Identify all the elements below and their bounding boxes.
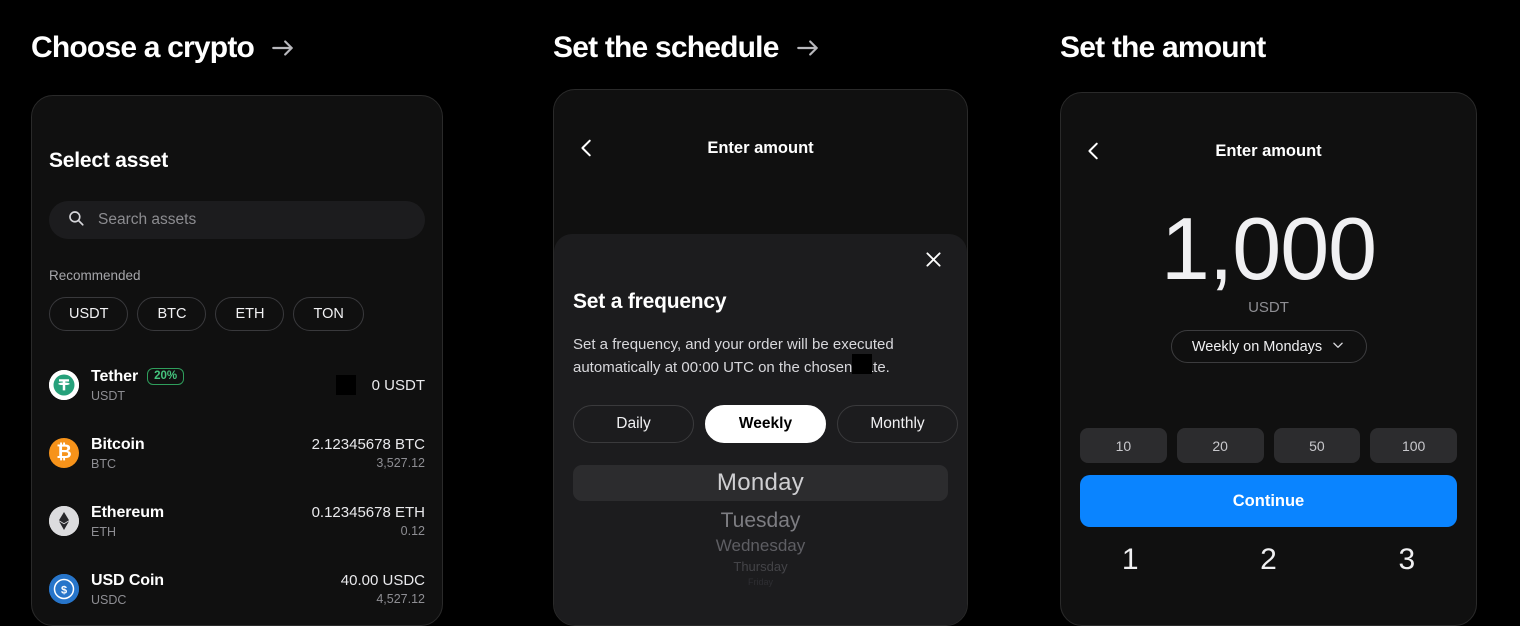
frequency-pill-daily[interactable]: Daily <box>573 404 694 443</box>
asset-name: Ethereum <box>91 503 164 521</box>
panel-heading-set-schedule: Set the schedule <box>553 31 821 65</box>
asset-symbol: BTC <box>91 456 116 471</box>
quick-amount-50[interactable]: 50 <box>1273 428 1361 464</box>
arrow-right-icon <box>270 35 296 61</box>
tether-icon <box>49 370 79 400</box>
asset-info: Ethereum ETH <box>91 504 312 539</box>
select-asset-title: Select asset <box>49 149 169 172</box>
quick-amount-10[interactable]: 10 <box>1080 428 1167 464</box>
quick-amount-group: 10 20 50 100 <box>1080 428 1457 464</box>
amount-value: 1,000 <box>1160 199 1377 298</box>
sheet-title: Set a frequency <box>573 290 727 313</box>
asset-symbol: USDC <box>91 592 127 607</box>
usdc-icon: $ <box>49 574 79 604</box>
bitcoin-icon: ₿ <box>49 438 79 468</box>
chevron-left-icon[interactable] <box>1083 140 1105 162</box>
recommended-chip-group: USDT BTC ETH TON <box>49 297 442 331</box>
nav-title: Enter amount <box>707 138 814 157</box>
chip-ton[interactable]: TON <box>293 297 364 331</box>
chip-btc[interactable]: BTC <box>137 297 207 331</box>
search-placeholder: Search assets <box>98 211 197 228</box>
frequency-pill-monthly[interactable]: Monthly <box>837 404 958 443</box>
sheet-description: Set a frequency, and your order will be … <box>573 334 948 380</box>
chevron-down-icon <box>1331 338 1345 356</box>
keypad-key-1[interactable]: 1 <box>1061 543 1199 577</box>
asset-list: Tether 20% USDT 0 USDT ₿ Bitcoin BTC 2.1… <box>32 351 442 623</box>
asset-name: Bitcoin <box>91 435 145 453</box>
nav-bar: Enter amount <box>554 118 967 178</box>
ethereum-icon <box>49 506 79 536</box>
asset-info: Bitcoin BTC <box>91 436 312 471</box>
day-option-friday[interactable]: Friday <box>554 577 967 587</box>
phone-card-set-amount: Enter amount 1,000 USDT Weekly on Monday… <box>1060 92 1477 626</box>
day-option-tuesday[interactable]: Tuesday <box>554 509 967 533</box>
continue-button[interactable]: Continue <box>1080 475 1457 528</box>
asset-values: 2.12345678 BTC 3,527.12 <box>312 436 425 470</box>
asset-values: 0.12345678 ETH 0.12 <box>312 504 425 538</box>
keypad-key-3[interactable]: 3 <box>1338 543 1476 577</box>
chip-usdt[interactable]: USDT <box>49 297 129 331</box>
phone-card-set-schedule: Enter amount Set a frequency Set a frequ… <box>553 89 968 626</box>
arrow-right-icon <box>795 35 821 61</box>
quick-amount-20[interactable]: 20 <box>1176 428 1264 464</box>
asset-fiat: 4,527.12 <box>376 592 425 606</box>
quick-amount-100[interactable]: 100 <box>1370 428 1457 464</box>
frequency-select-label: Weekly on Mondays <box>1191 338 1323 355</box>
frequency-pill-weekly[interactable]: Weekly <box>705 404 826 443</box>
panel-heading-label: Choose a crypto <box>31 31 255 64</box>
nav-title: Enter amount <box>1215 141 1322 160</box>
recommended-label: Recommended <box>49 268 141 283</box>
asset-row-bitcoin[interactable]: ₿ Bitcoin BTC 2.12345678 BTC 3,527.12 <box>32 419 442 487</box>
asset-amount: 40.00 USDC <box>340 572 425 589</box>
chevron-left-icon[interactable] <box>576 137 598 159</box>
asset-values: 40.00 USDC 4,527.12 <box>341 572 425 606</box>
screenshot-stage: Choose a crypto Set the schedule Set the… <box>0 0 1520 626</box>
search-icon <box>67 209 85 232</box>
day-option-label: Monday <box>716 468 805 496</box>
keypad-key-2[interactable]: 2 <box>1199 543 1337 577</box>
day-option-selected[interactable]: Monday <box>573 464 948 501</box>
frequency-pill-group: Daily Weekly Monthly <box>573 404 967 443</box>
panel-heading-choose-crypto: Choose a crypto <box>31 31 296 65</box>
day-option-thursday[interactable]: Thursday <box>554 559 967 574</box>
asset-row-usdc[interactable]: $ USD Coin USDC 40.00 USDC 4,527.12 <box>32 555 442 623</box>
asset-fiat: 0.12 <box>400 524 425 538</box>
asset-info: Tether 20% USDT <box>91 368 336 403</box>
asset-name: USD Coin <box>91 571 164 589</box>
phone-card-select-asset: Select asset Search assets Recommended U… <box>31 95 443 626</box>
day-option-wednesday[interactable]: Wednesday <box>554 536 967 556</box>
asset-symbol: ETH <box>91 524 116 539</box>
panel-heading-set-amount: Set the amount <box>1060 31 1266 65</box>
svg-text:$: $ <box>61 585 67 597</box>
search-input[interactable]: Search assets <box>49 201 425 239</box>
frequency-select[interactable]: Weekly on Mondays <box>1170 330 1367 364</box>
asset-amount: 0 USDT <box>371 376 425 394</box>
asset-row-ethereum[interactable]: Ethereum ETH 0.12345678 ETH 0.12 <box>32 487 442 555</box>
day-picker-wheel[interactable]: Monday Tuesday Wednesday Thursday Friday <box>554 464 967 587</box>
frequency-sheet: Set a frequency Set a frequency, and you… <box>554 234 967 625</box>
panel-heading-label: Set the amount <box>1060 31 1266 64</box>
asset-info: USD Coin USDC <box>91 572 341 607</box>
asset-values: 0 USDT <box>335 375 425 395</box>
sheet-description-text: Set a frequency, and your order will be … <box>573 336 894 376</box>
close-icon[interactable] <box>918 244 948 274</box>
amount-currency: USDT <box>1248 299 1289 317</box>
asset-row-tether[interactable]: Tether 20% USDT 0 USDT <box>32 351 442 419</box>
asset-symbol: USDT <box>91 388 126 403</box>
asset-amount: 0.12345678 ETH <box>311 504 425 521</box>
asset-name: Tether <box>91 367 139 385</box>
nav-bar: Enter amount <box>1061 121 1476 181</box>
cursor-artifact <box>852 354 872 374</box>
asset-badge: 20% <box>147 368 185 385</box>
chip-eth[interactable]: ETH <box>215 297 285 331</box>
cursor-artifact <box>335 375 356 395</box>
asset-fiat: 3,527.12 <box>376 456 425 470</box>
keypad-row: 1 2 3 <box>1061 543 1476 577</box>
panel-heading-label: Set the schedule <box>553 31 779 64</box>
asset-amount: 2.12345678 BTC <box>311 436 425 453</box>
